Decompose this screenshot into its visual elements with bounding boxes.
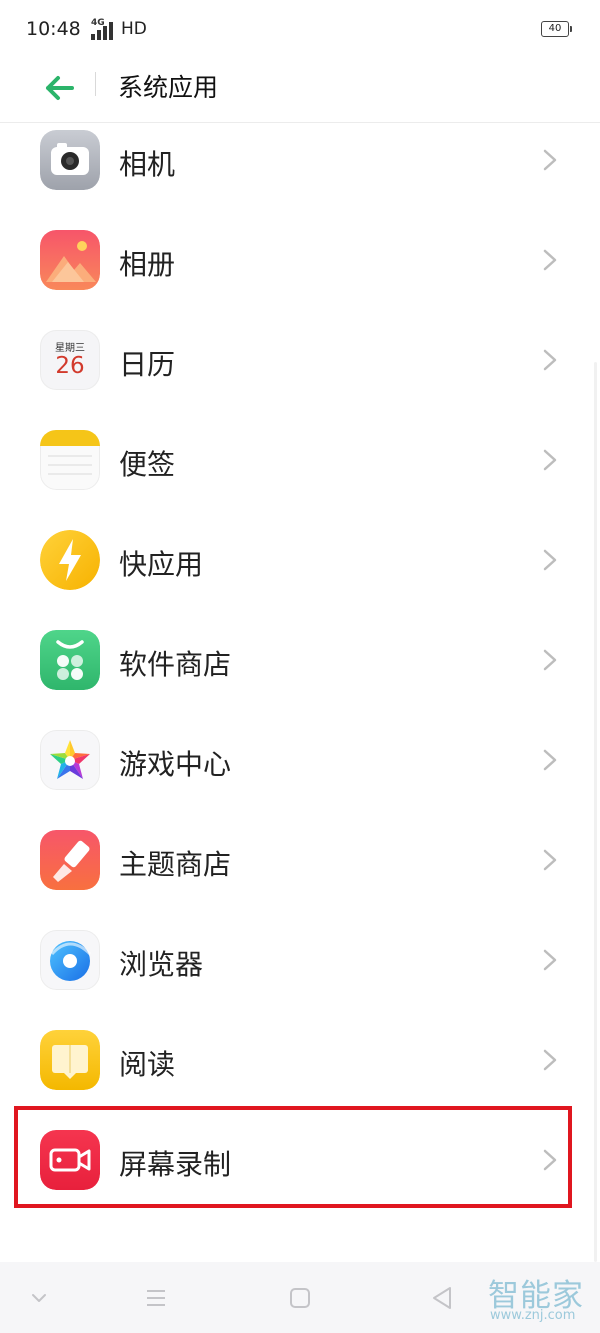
- gallery-icon: [40, 230, 100, 290]
- back-button[interactable]: [38, 66, 82, 110]
- page-title: 系统应用: [118, 73, 219, 102]
- app-label: 阅读: [119, 1048, 176, 1081]
- list-item-gallery[interactable]: 相册: [0, 210, 600, 310]
- app-label: 相机: [119, 148, 176, 181]
- list-item-browser[interactable]: 浏览器: [0, 910, 600, 1010]
- header-divider: [95, 72, 96, 96]
- watermark: 智能家 www.znj.com: [488, 1270, 592, 1328]
- app-label: 浏览器: [119, 948, 204, 981]
- calendar-weekday: 星期三: [55, 343, 85, 354]
- game-star-icon: [40, 730, 100, 790]
- chevron-right-icon: [543, 449, 557, 471]
- scrollbar[interactable]: [594, 362, 597, 1262]
- nav-menu-icon[interactable]: [140, 1282, 172, 1314]
- list-item-camera[interactable]: 相机: [0, 110, 600, 210]
- list-item-game-center[interactable]: 游戏中心: [0, 710, 600, 810]
- battery-icon: 40: [541, 21, 572, 37]
- app-list: 相机 相册 星期三 26 日历 便签 快应用 软件商店 游戏中心 主题商店 浏览…: [0, 110, 600, 1210]
- hd-indicator: HD: [121, 19, 147, 39]
- navigation-bar: 智能家 www.znj.com: [0, 1262, 600, 1333]
- signal-icon: 4G: [91, 18, 117, 40]
- app-store-icon: [40, 630, 100, 690]
- app-label: 日历: [119, 348, 176, 381]
- chevron-right-icon: [543, 849, 557, 871]
- list-item-calendar[interactable]: 星期三 26 日历: [0, 310, 600, 410]
- app-label: 软件商店: [119, 648, 232, 681]
- nav-back-icon[interactable]: [426, 1282, 458, 1314]
- brush-icon: [40, 830, 100, 890]
- browser-icon: [40, 930, 100, 990]
- calendar-icon: 星期三 26: [40, 330, 100, 390]
- chevron-right-icon: [543, 749, 557, 771]
- book-icon: [40, 1030, 100, 1090]
- chevron-right-icon: [543, 949, 557, 971]
- watermark-url: www.znj.com: [490, 1308, 576, 1323]
- nav-down-icon[interactable]: [23, 1282, 55, 1314]
- chevron-right-icon: [543, 649, 557, 671]
- lightning-icon: [40, 530, 100, 590]
- calendar-day: 26: [55, 353, 85, 379]
- highlight-annotation: [14, 1106, 572, 1208]
- app-label: 快应用: [119, 548, 204, 581]
- chevron-right-icon: [543, 249, 557, 271]
- chevron-right-icon: [543, 349, 557, 371]
- list-item-notes[interactable]: 便签: [0, 410, 600, 510]
- app-label: 游戏中心: [119, 748, 232, 781]
- camera-icon: [40, 130, 100, 190]
- back-arrow-icon: [46, 76, 74, 100]
- chevron-right-icon: [543, 149, 557, 171]
- app-label: 便签: [119, 448, 176, 481]
- app-label: 主题商店: [119, 848, 232, 881]
- chevron-right-icon: [543, 1049, 557, 1071]
- nav-home-icon[interactable]: [284, 1282, 316, 1314]
- list-item-theme-store[interactable]: 主题商店: [0, 810, 600, 910]
- app-label: 相册: [119, 248, 176, 281]
- list-item-reader[interactable]: 阅读: [0, 1010, 600, 1110]
- chevron-right-icon: [543, 549, 557, 571]
- status-bar: 10:48 4G HD 40: [0, 0, 600, 58]
- list-item-app-store[interactable]: 软件商店: [0, 610, 600, 710]
- notes-icon: [40, 430, 100, 490]
- status-time: 10:48: [26, 18, 81, 40]
- list-item-quick-app[interactable]: 快应用: [0, 510, 600, 610]
